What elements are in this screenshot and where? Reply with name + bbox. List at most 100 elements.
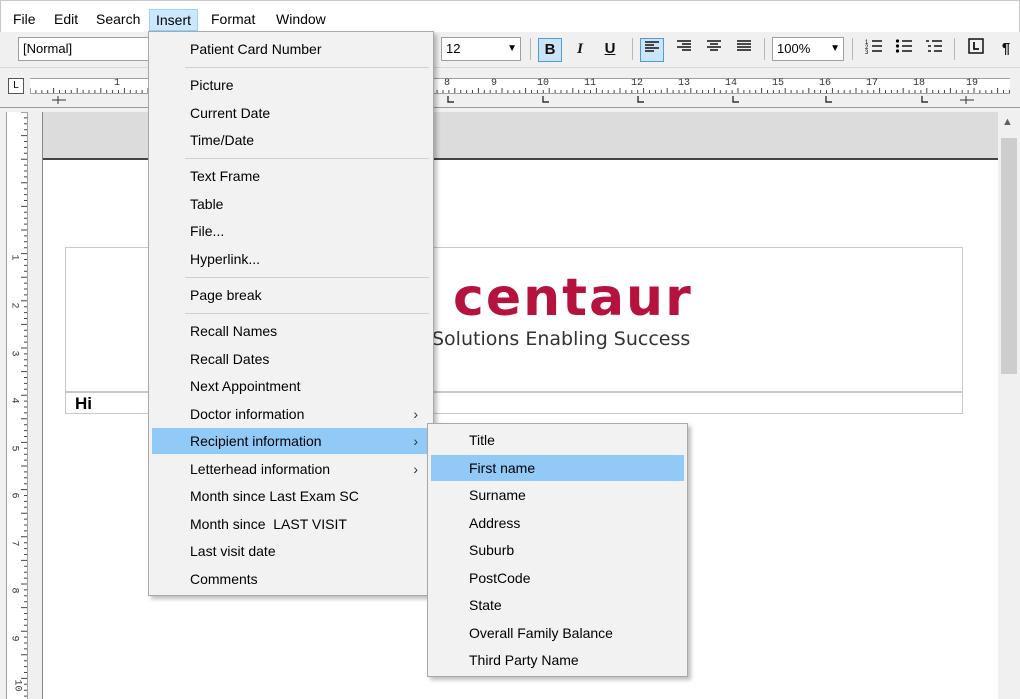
align-center-icon [707, 40, 721, 51]
ruler-number: 4 [8, 397, 20, 404]
right-indent-marker[interactable] [960, 96, 974, 104]
ruler-number: 5 [8, 445, 20, 452]
submenu-item-surname[interactable]: Surname [431, 482, 684, 508]
bold-button[interactable]: B [538, 38, 562, 62]
italic-button[interactable]: I [568, 38, 592, 62]
bullet-list-icon [895, 39, 912, 53]
menu-item-doctor-information[interactable]: Doctor information › [152, 401, 430, 427]
frame-button[interactable] [964, 38, 988, 62]
menu-item-hyperlink[interactable]: Hyperlink... [152, 246, 430, 272]
frame-icon [968, 38, 984, 54]
menu-item-letterhead-information[interactable]: Letterhead information › [152, 456, 430, 482]
ruler-number: 8 [444, 78, 451, 89]
submenu-item-postcode[interactable]: PostCode [431, 565, 684, 591]
tab-markers[interactable] [447, 96, 928, 103]
company-tagline: Solutions Enabling Success [432, 328, 691, 350]
menu-item-picture[interactable]: Picture [152, 72, 430, 98]
svg-text:3: 3 [865, 50, 869, 54]
ruler-number: 19 [966, 78, 979, 89]
ruler-number: 16 [819, 78, 832, 89]
underline-button[interactable]: U [598, 38, 622, 62]
submenu-item-state[interactable]: State [431, 592, 684, 618]
menu-item-file[interactable]: File... [152, 218, 430, 244]
menu-bar: File Edit Search Insert Format Window [0, 0, 1020, 32]
submenu-item-title[interactable]: Title [431, 427, 684, 453]
ruler-number: 11 [584, 78, 597, 89]
menu-item-page-break[interactable]: Page break [152, 282, 430, 308]
menu-separator [185, 313, 429, 314]
ruler-number: 10 [11, 679, 23, 692]
ruler-number: 18 [913, 78, 926, 89]
justify-button[interactable] [732, 38, 756, 62]
menu-file[interactable]: File [7, 9, 42, 31]
ruler-number: 1 [8, 254, 20, 261]
ruler-number: 10 [537, 78, 550, 89]
ruler-number: 17 [866, 78, 879, 89]
align-right-icon [677, 40, 691, 51]
submenu-chevron-icon: › [413, 406, 418, 422]
zoom-select[interactable]: 100% ▼ [772, 37, 844, 61]
ruler-number: 9 [491, 78, 498, 89]
font-size-select[interactable]: 12 ▼ [441, 37, 521, 61]
menu-separator [185, 158, 429, 159]
submenu-item-overall-family-balance[interactable]: Overall Family Balance [431, 620, 684, 646]
left-indent-marker[interactable] [52, 96, 66, 104]
menu-item-table[interactable]: Table [152, 191, 430, 217]
show-formatting-button[interactable]: ¶ [994, 38, 1018, 62]
outline-list-icon [926, 40, 942, 52]
menu-item-recall-dates[interactable]: Recall Dates [152, 346, 430, 372]
menu-item-comments[interactable]: Comments [152, 566, 430, 592]
tab-stop-selector[interactable]: L [8, 78, 24, 94]
menu-format[interactable]: Format [205, 9, 261, 31]
ruler-number: 7 [8, 540, 20, 547]
vertical-scrollbar[interactable]: ▲ [998, 112, 1020, 699]
ruler-number: 3 [8, 350, 20, 357]
menu-item-recall-names[interactable]: Recall Names [152, 318, 430, 344]
menu-item-time-date[interactable]: Time/Date [152, 127, 430, 153]
toolbar-separator [852, 38, 853, 60]
menu-separator [185, 67, 429, 68]
menu-item-label: Recipient information [190, 433, 322, 449]
style-select[interactable]: [Normal] [18, 37, 168, 61]
menu-item-recipient-information[interactable]: Recipient information › [152, 428, 430, 454]
menu-item-current-date[interactable]: Current Date [152, 100, 430, 126]
ruler-number: 13 [678, 78, 691, 89]
menu-item-last-visit-date[interactable]: Last visit date [152, 538, 430, 564]
ruler-number: 14 [725, 78, 738, 89]
submenu-item-suburb[interactable]: Suburb [431, 537, 684, 563]
menu-insert[interactable]: Insert [149, 9, 199, 31]
toolbar-separator [954, 38, 955, 60]
menu-item-text-frame[interactable]: Text Frame [152, 163, 430, 189]
company-logo: centaur [453, 268, 693, 328]
menu-item-next-appointment[interactable]: Next Appointment [152, 373, 430, 399]
greeting-text: Hi [75, 394, 92, 413]
menu-edit[interactable]: Edit [48, 9, 84, 31]
menu-item-label: Doctor information [190, 406, 305, 422]
ruler-number: 15 [772, 78, 785, 89]
menu-item-month-since-last-visit[interactable]: Month since LAST VISIT [152, 511, 430, 537]
submenu-item-address[interactable]: Address [431, 510, 684, 536]
ruler-number: 9 [8, 635, 20, 642]
ruler-number: 6 [8, 492, 20, 499]
align-right-button[interactable] [672, 38, 696, 62]
outline-list-button[interactable] [922, 38, 946, 62]
align-center-button[interactable] [702, 38, 726, 62]
menu-item-patient-card-number[interactable]: Patient Card Number [152, 36, 430, 62]
scrollbar-thumb[interactable] [1001, 138, 1017, 374]
scroll-up-icon[interactable]: ▲ [1002, 116, 1013, 128]
submenu-item-first-name[interactable]: First name [431, 455, 684, 481]
numbered-list-button[interactable]: 123 [862, 38, 886, 62]
submenu-item-third-party-name[interactable]: Third Party Name [431, 647, 684, 673]
align-left-button[interactable] [640, 38, 664, 62]
menu-search[interactable]: Search [90, 9, 146, 31]
menu-window[interactable]: Window [270, 9, 332, 31]
numbered-list-icon: 123 [865, 40, 882, 56]
menu-item-month-since-last-exam[interactable]: Month since Last Exam SC [152, 483, 430, 509]
align-left-icon [645, 41, 659, 52]
toolbar-separator [530, 38, 531, 60]
ruler-number: 1 [114, 78, 121, 89]
toolbar-separator [764, 38, 765, 60]
ruler-number: 12 [631, 78, 644, 89]
justify-icon [737, 40, 751, 51]
bullet-list-button[interactable] [892, 38, 916, 62]
